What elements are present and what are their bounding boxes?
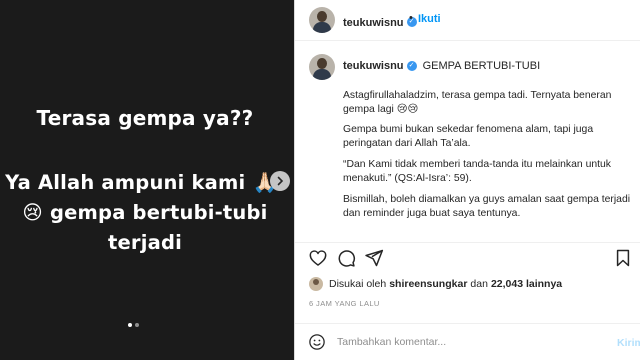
username-link[interactable]: teukuwisnu bbox=[343, 60, 404, 72]
bookmark-icon[interactable] bbox=[613, 248, 633, 268]
caption-header: teukuwisnu ✓ GEMPA BERTUBI-TUBI bbox=[343, 60, 540, 72]
post-timestamp[interactable]: 6 JAM YANG LALU bbox=[309, 299, 380, 308]
story-text-line: terjadi bbox=[107, 231, 183, 254]
verified-badge-icon: ✓ bbox=[406, 61, 417, 72]
post-panel: teukuwisnu ✓ • Ikuti teukuwisnu ✓ GEMPA BE… bbox=[294, 0, 640, 360]
caption-paragraph: Astagfirullahaladzim, terasa gempa tadi.… bbox=[343, 90, 612, 115]
post-image[interactable]: Terasa gempa ya?? Ya Allah ampuni kami 🙏… bbox=[0, 0, 294, 360]
caption: teukuwisnu ✓ GEMPA BERTUBI-TUBI Astagfiru… bbox=[295, 41, 640, 242]
comment-input[interactable] bbox=[337, 332, 607, 352]
share-icon[interactable] bbox=[364, 248, 384, 268]
avatar[interactable] bbox=[309, 54, 335, 80]
likes-prefix: Disukai oleh bbox=[329, 278, 387, 290]
caption-title: GEMPA BERTUBI-TUBI bbox=[422, 60, 541, 72]
next-image-button[interactable] bbox=[270, 171, 290, 191]
comment-bar: Kirim bbox=[295, 323, 640, 361]
likes-summary: Disukai oleh shireensungkar dan 22,043 l… bbox=[309, 276, 565, 292]
crying-face-icon: 😢 bbox=[22, 201, 43, 224]
carousel-dot bbox=[135, 323, 139, 327]
story-text: Ya Allah ampuni kami bbox=[5, 171, 246, 194]
story-text-line: Terasa gempa ya?? bbox=[36, 106, 254, 130]
liker-username-link[interactable]: shireensungkar bbox=[389, 278, 467, 290]
username-link[interactable]: teukuwisnu bbox=[343, 17, 404, 29]
likes-count-link[interactable]: 22,043 lainnya bbox=[491, 278, 562, 290]
avatar bbox=[309, 277, 323, 291]
avatar[interactable] bbox=[309, 7, 335, 33]
likes-conjunction: dan bbox=[470, 278, 488, 290]
caption-paragraph: “Dan Kami tidak memberi tanda-tanda itu … bbox=[343, 159, 611, 184]
post-header: teukuwisnu ✓ • Ikuti bbox=[295, 0, 640, 41]
header-user: teukuwisnu ✓ bbox=[343, 13, 417, 31]
story-text: gempa bertubi-tubi bbox=[49, 201, 268, 224]
post-comment-button[interactable]: Kirim bbox=[617, 337, 640, 349]
carousel-indicator bbox=[128, 323, 139, 327]
follow-button[interactable]: Ikuti bbox=[418, 13, 441, 25]
story-text-line: 😢 gempa bertubi-tubi bbox=[0, 201, 290, 224]
separator-dot: • bbox=[409, 12, 413, 24]
carousel-dot-active bbox=[128, 323, 132, 327]
caption-paragraph: Bismillah, boleh diamalkan ya guys amala… bbox=[343, 194, 631, 219]
caption-paragraph: Gempa bumi bukan sekedar fenomena alam, … bbox=[343, 124, 594, 149]
emoji-icon[interactable] bbox=[308, 333, 326, 351]
like-heart-icon[interactable] bbox=[308, 248, 328, 268]
comment-icon[interactable] bbox=[336, 248, 356, 268]
story-text-line: Ya Allah ampuni kami 🙏🏻 bbox=[0, 171, 286, 194]
action-bar bbox=[295, 242, 640, 273]
chevron-right-icon bbox=[277, 176, 284, 186]
